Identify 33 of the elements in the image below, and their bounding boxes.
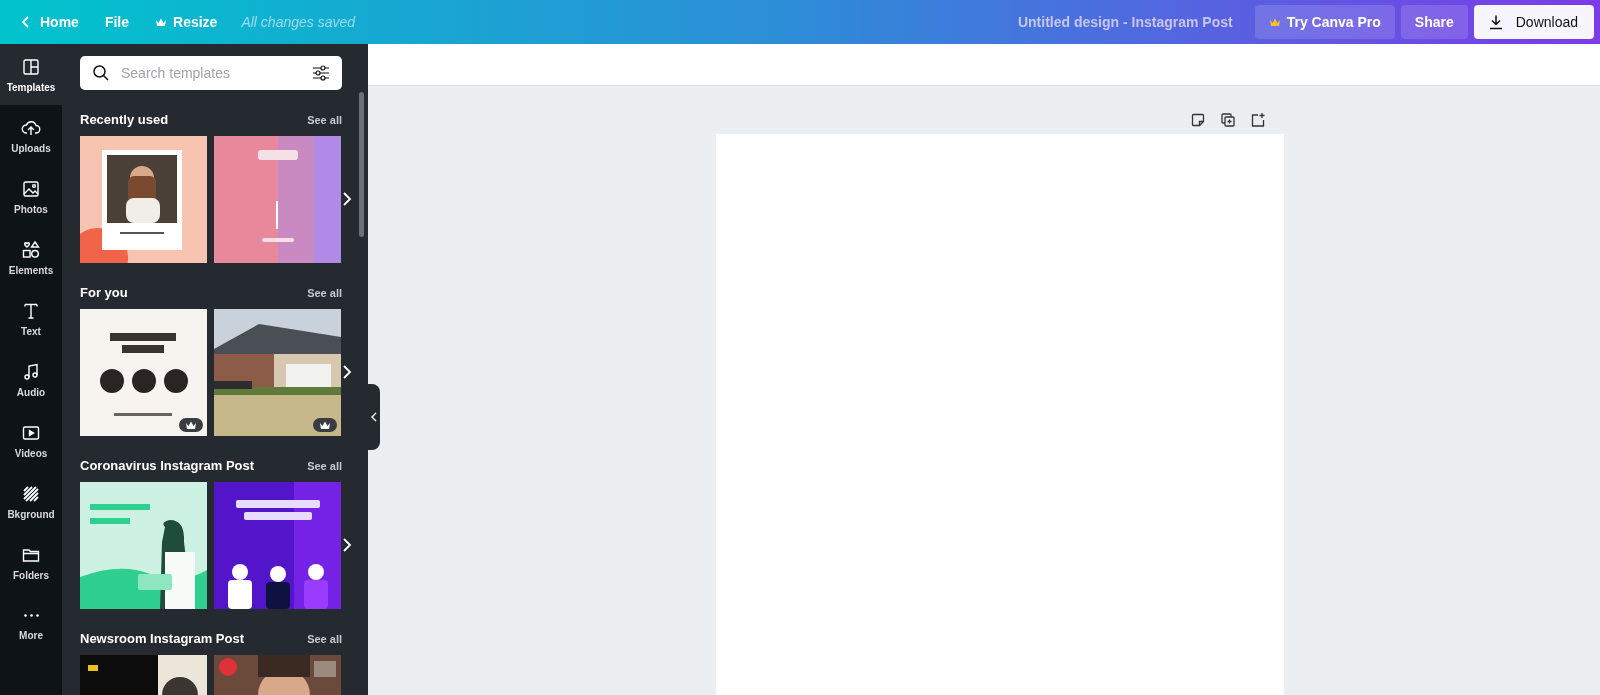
chevron-left-icon [370,412,378,422]
filter-icon[interactable] [312,64,330,82]
see-all-link[interactable]: See all [307,286,342,299]
crown-icon [319,419,331,431]
add-page-icon[interactable] [1250,112,1266,128]
section-title: Recently used [80,112,169,127]
audio-icon [21,361,41,382]
see-all-link[interactable]: See all [307,632,342,645]
more-icon [23,614,39,617]
duplicate-icon[interactable] [1220,112,1236,128]
download-icon [1487,14,1504,30]
scrollbar-thumb[interactable] [359,92,364,237]
crown-icon [185,419,197,431]
nav-tab[interactable]: Templates [0,44,62,105]
search-field[interactable]: Search templates [80,56,342,90]
crown-icon [1268,16,1281,28]
share-button[interactable]: Share [1400,5,1468,39]
see-all-link[interactable]: See all [307,113,342,126]
section-title: Newsroom Instagram Post [80,631,244,646]
crown-icon [155,16,168,28]
elements-icon [21,239,41,260]
search-icon [92,64,110,82]
photos-icon [21,178,41,199]
try-pro-button[interactable]: Try Canva Pro [1254,5,1395,39]
templates-icon [21,56,41,77]
background-icon [21,483,41,504]
download-button[interactable]: Download [1473,5,1594,39]
note-icon[interactable] [1190,112,1206,128]
collapse-panel-button[interactable] [368,384,380,450]
see-all-link[interactable]: See all [307,459,342,472]
save-status: All changes saved [241,14,356,30]
section-title: Coronavirus Instagram Post [80,458,255,473]
section-title: For you [80,285,128,300]
